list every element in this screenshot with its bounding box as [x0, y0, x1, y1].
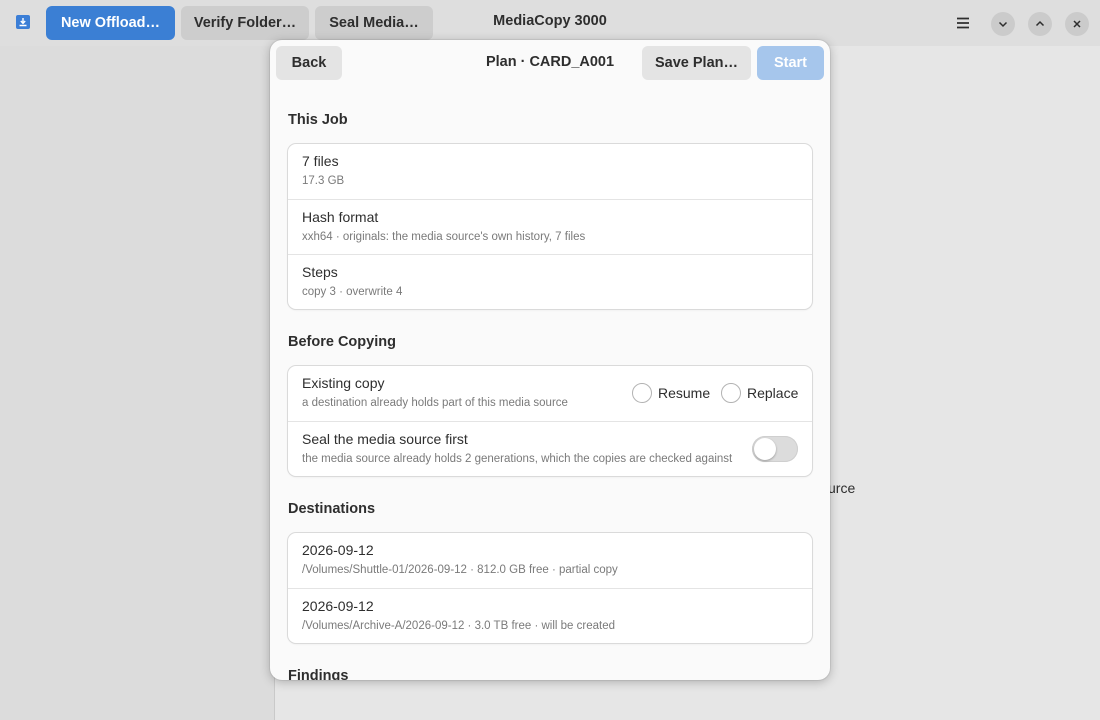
job-row-files: 7 files 17.3 GB: [288, 144, 812, 199]
radio-label: Resume: [658, 385, 711, 401]
save-plan-button[interactable]: Save Plan…: [642, 46, 751, 80]
section-title-this-job: This Job: [288, 112, 348, 128]
resume-radio[interactable]: Resume: [632, 383, 710, 403]
row-title: Seal the media source first: [302, 431, 468, 447]
before-copying-card: Existing copy a destination already hold…: [288, 366, 812, 476]
job-row-steps: Steps copy 3 · overwrite 4: [288, 254, 812, 309]
seal-first-row: Seal the media source first the media so…: [288, 421, 812, 476]
row-subtitle: copy 3 · overwrite 4: [302, 286, 403, 298]
hamburger-menu-icon[interactable]: [952, 12, 974, 34]
row-subtitle: /Volumes/Shuttle-01/2026-09-12 · 812.0 G…: [302, 564, 618, 576]
section-title-before-copying: Before Copying: [288, 334, 396, 350]
replace-radio[interactable]: Replace: [721, 383, 798, 403]
radio-label: Replace: [747, 385, 799, 401]
app-window: New Offload… Verify Folder… Seal Media… …: [0, 0, 1100, 720]
close-icon[interactable]: [1065, 12, 1089, 36]
destination-row: 2026-09-12 /Volumes/Archive-A/2026-09-12…: [288, 588, 812, 643]
maximize-chevron-up-icon[interactable]: [1028, 12, 1052, 36]
radio-circle-icon: [721, 383, 741, 403]
window-title: MediaCopy 3000: [493, 13, 607, 29]
row-subtitle: /Volumes/Archive-A/2026-09-12 · 3.0 TB f…: [302, 620, 615, 632]
background-text-fragment: urce: [828, 480, 856, 496]
this-job-card: 7 files 17.3 GB Hash format xxh64 · orig…: [288, 144, 812, 309]
row-subtitle: xxh64 · originals: the media source's ow…: [302, 231, 586, 243]
seal-media-button[interactable]: Seal Media…: [315, 6, 433, 40]
row-title: Existing copy: [302, 375, 385, 391]
job-row-hash-format: Hash format xxh64 · originals: the media…: [288, 199, 812, 254]
plan-dialog: Back Plan · CARD_A001 Save Plan… Start T…: [270, 40, 830, 680]
row-subtitle: 17.3 GB: [302, 175, 345, 187]
row-subtitle: a destination already holds part of this…: [302, 397, 568, 409]
row-title: Steps: [302, 264, 338, 280]
start-button[interactable]: Start: [757, 46, 824, 80]
row-subtitle: the media source already holds 2 generat…: [302, 453, 733, 465]
dialog-title: Plan · CARD_A001: [485, 54, 615, 70]
verify-folder-button[interactable]: Verify Folder…: [181, 6, 309, 40]
destination-row: 2026-09-12 /Volumes/Shuttle-01/2026-09-1…: [288, 533, 812, 588]
row-title: 2026-09-12: [302, 598, 374, 614]
section-title-findings: Findings: [288, 668, 349, 680]
seal-first-toggle[interactable]: [752, 436, 798, 462]
download-icon: [16, 15, 30, 29]
toggle-knob: [754, 438, 776, 460]
destinations-card: 2026-09-12 /Volumes/Shuttle-01/2026-09-1…: [288, 533, 812, 643]
row-title: 7 files: [302, 153, 339, 169]
section-title-destinations: Destinations: [288, 501, 376, 517]
existing-copy-row: Existing copy a destination already hold…: [288, 366, 812, 421]
new-offload-button[interactable]: New Offload…: [46, 6, 175, 40]
row-title: 2026-09-12: [302, 542, 374, 558]
row-title: Hash format: [302, 209, 379, 225]
minimize-chevron-down-icon[interactable]: [991, 12, 1015, 36]
back-button[interactable]: Back: [276, 46, 342, 80]
radio-circle-icon: [632, 383, 652, 403]
